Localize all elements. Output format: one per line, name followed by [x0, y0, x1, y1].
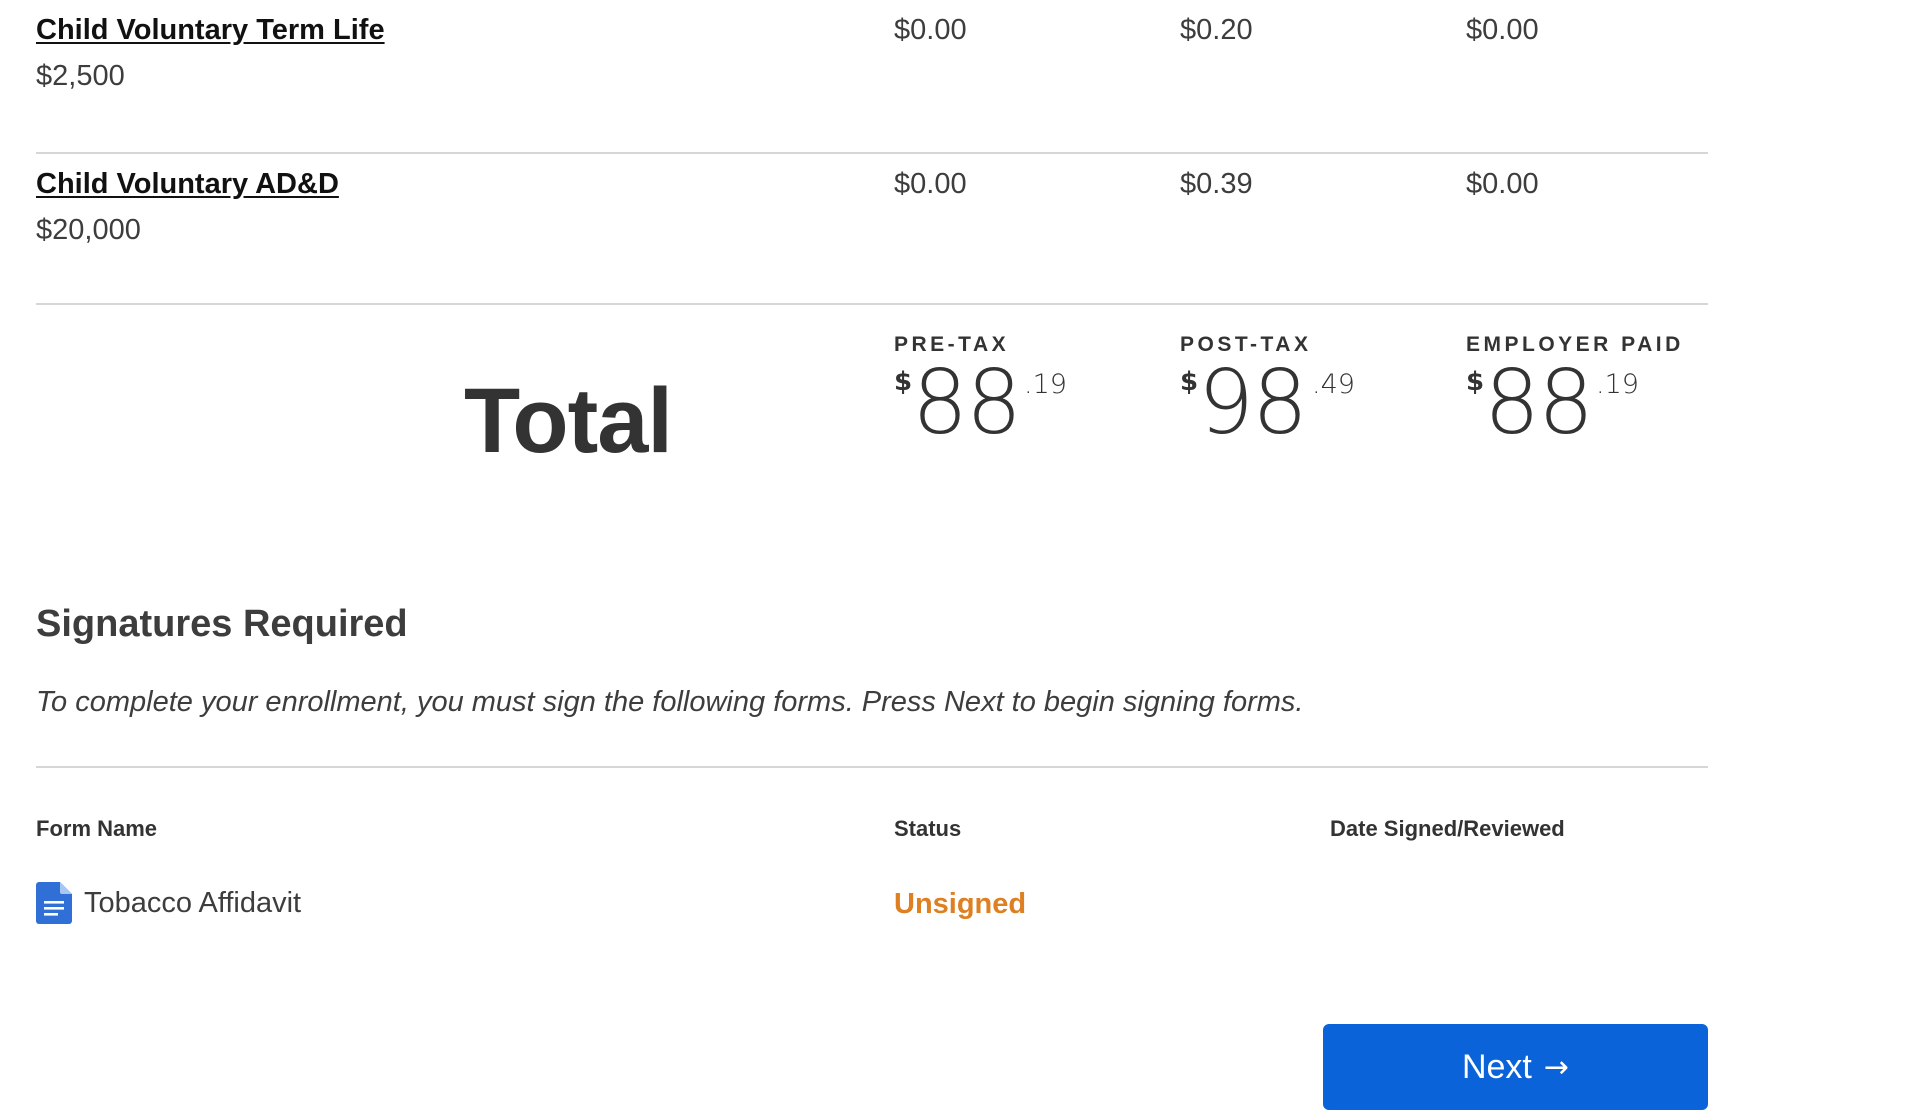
currency-symbol: $ [894, 367, 913, 397]
benefit-row: Child Voluntary Term Life $2,500 $0.00 $… [36, 0, 1708, 154]
total-employer-paid-value: $ 88 .19 [1466, 351, 1684, 454]
form-row: Tobacco Affidavit Unsigned [36, 882, 1708, 930]
column-header-date-signed: Date Signed/Reviewed [1330, 816, 1565, 841]
total-dollars: 88 [1484, 351, 1594, 454]
benefit-name-link[interactable]: Child Voluntary AD&D [36, 168, 339, 201]
benefit-coverage-amount: $20,000 [36, 214, 141, 246]
signatures-description: To complete your enrollment, you must si… [36, 686, 1304, 718]
next-button-label: Next [1461, 1047, 1532, 1086]
document-icon [36, 882, 72, 924]
form-status-badge: Unsigned [894, 888, 1027, 920]
benefit-employer-paid-cost: $0.00 [1466, 168, 1539, 200]
benefit-pre-tax-cost: $0.00 [894, 14, 967, 46]
total-cents: .49 [1312, 369, 1355, 400]
total-post-tax: POST-TAX $ 98 .49 [1180, 333, 1355, 454]
total-employer-paid: EMPLOYER PAID $ 88 .19 [1466, 333, 1684, 454]
benefit-post-tax-cost: $0.39 [1180, 168, 1253, 200]
currency-symbol: $ [1466, 367, 1485, 397]
content: Child Voluntary Term Life $2,500 $0.00 $… [36, 0, 1708, 1110]
benefit-employer-paid-cost: $0.00 [1466, 14, 1539, 46]
totals-section: Total PRE-TAX $ 88 .19 POST-TAX $ 98 .49… [36, 305, 1708, 635]
total-pre-tax: PRE-TAX $ 88 .19 [894, 333, 1067, 454]
benefit-name-link[interactable]: Child Voluntary Term Life [36, 14, 385, 47]
arrow-right-icon: → [1543, 1049, 1570, 1085]
benefit-post-tax-cost: $0.20 [1180, 14, 1253, 46]
total-cents: .19 [1024, 369, 1067, 400]
total-dollars: 88 [912, 351, 1022, 454]
total-pre-tax-value: $ 88 .19 [894, 351, 1067, 454]
column-header-status: Status [894, 816, 962, 841]
total-dollars: 98 [1198, 351, 1308, 454]
signatures-title: Signatures Required [36, 603, 408, 645]
column-header-form-name: Form Name [36, 816, 158, 841]
benefit-coverage-amount: $2,500 [36, 60, 125, 92]
enrollment-summary-page: Child Voluntary Term Life $2,500 $0.00 $… [0, 0, 1918, 1120]
divider [36, 766, 1708, 768]
benefit-pre-tax-cost: $0.00 [894, 168, 967, 200]
form-name[interactable]: Tobacco Affidavit [36, 882, 301, 924]
next-button[interactable]: Next → [1323, 1024, 1708, 1110]
benefit-row: Child Voluntary AD&D $20,000 $0.00 $0.39… [36, 154, 1708, 305]
total-label: Total [464, 370, 673, 472]
total-post-tax-value: $ 98 .49 [1180, 351, 1355, 454]
currency-symbol: $ [1180, 367, 1199, 397]
total-cents: .19 [1596, 369, 1639, 400]
form-name-label: Tobacco Affidavit [84, 886, 302, 919]
